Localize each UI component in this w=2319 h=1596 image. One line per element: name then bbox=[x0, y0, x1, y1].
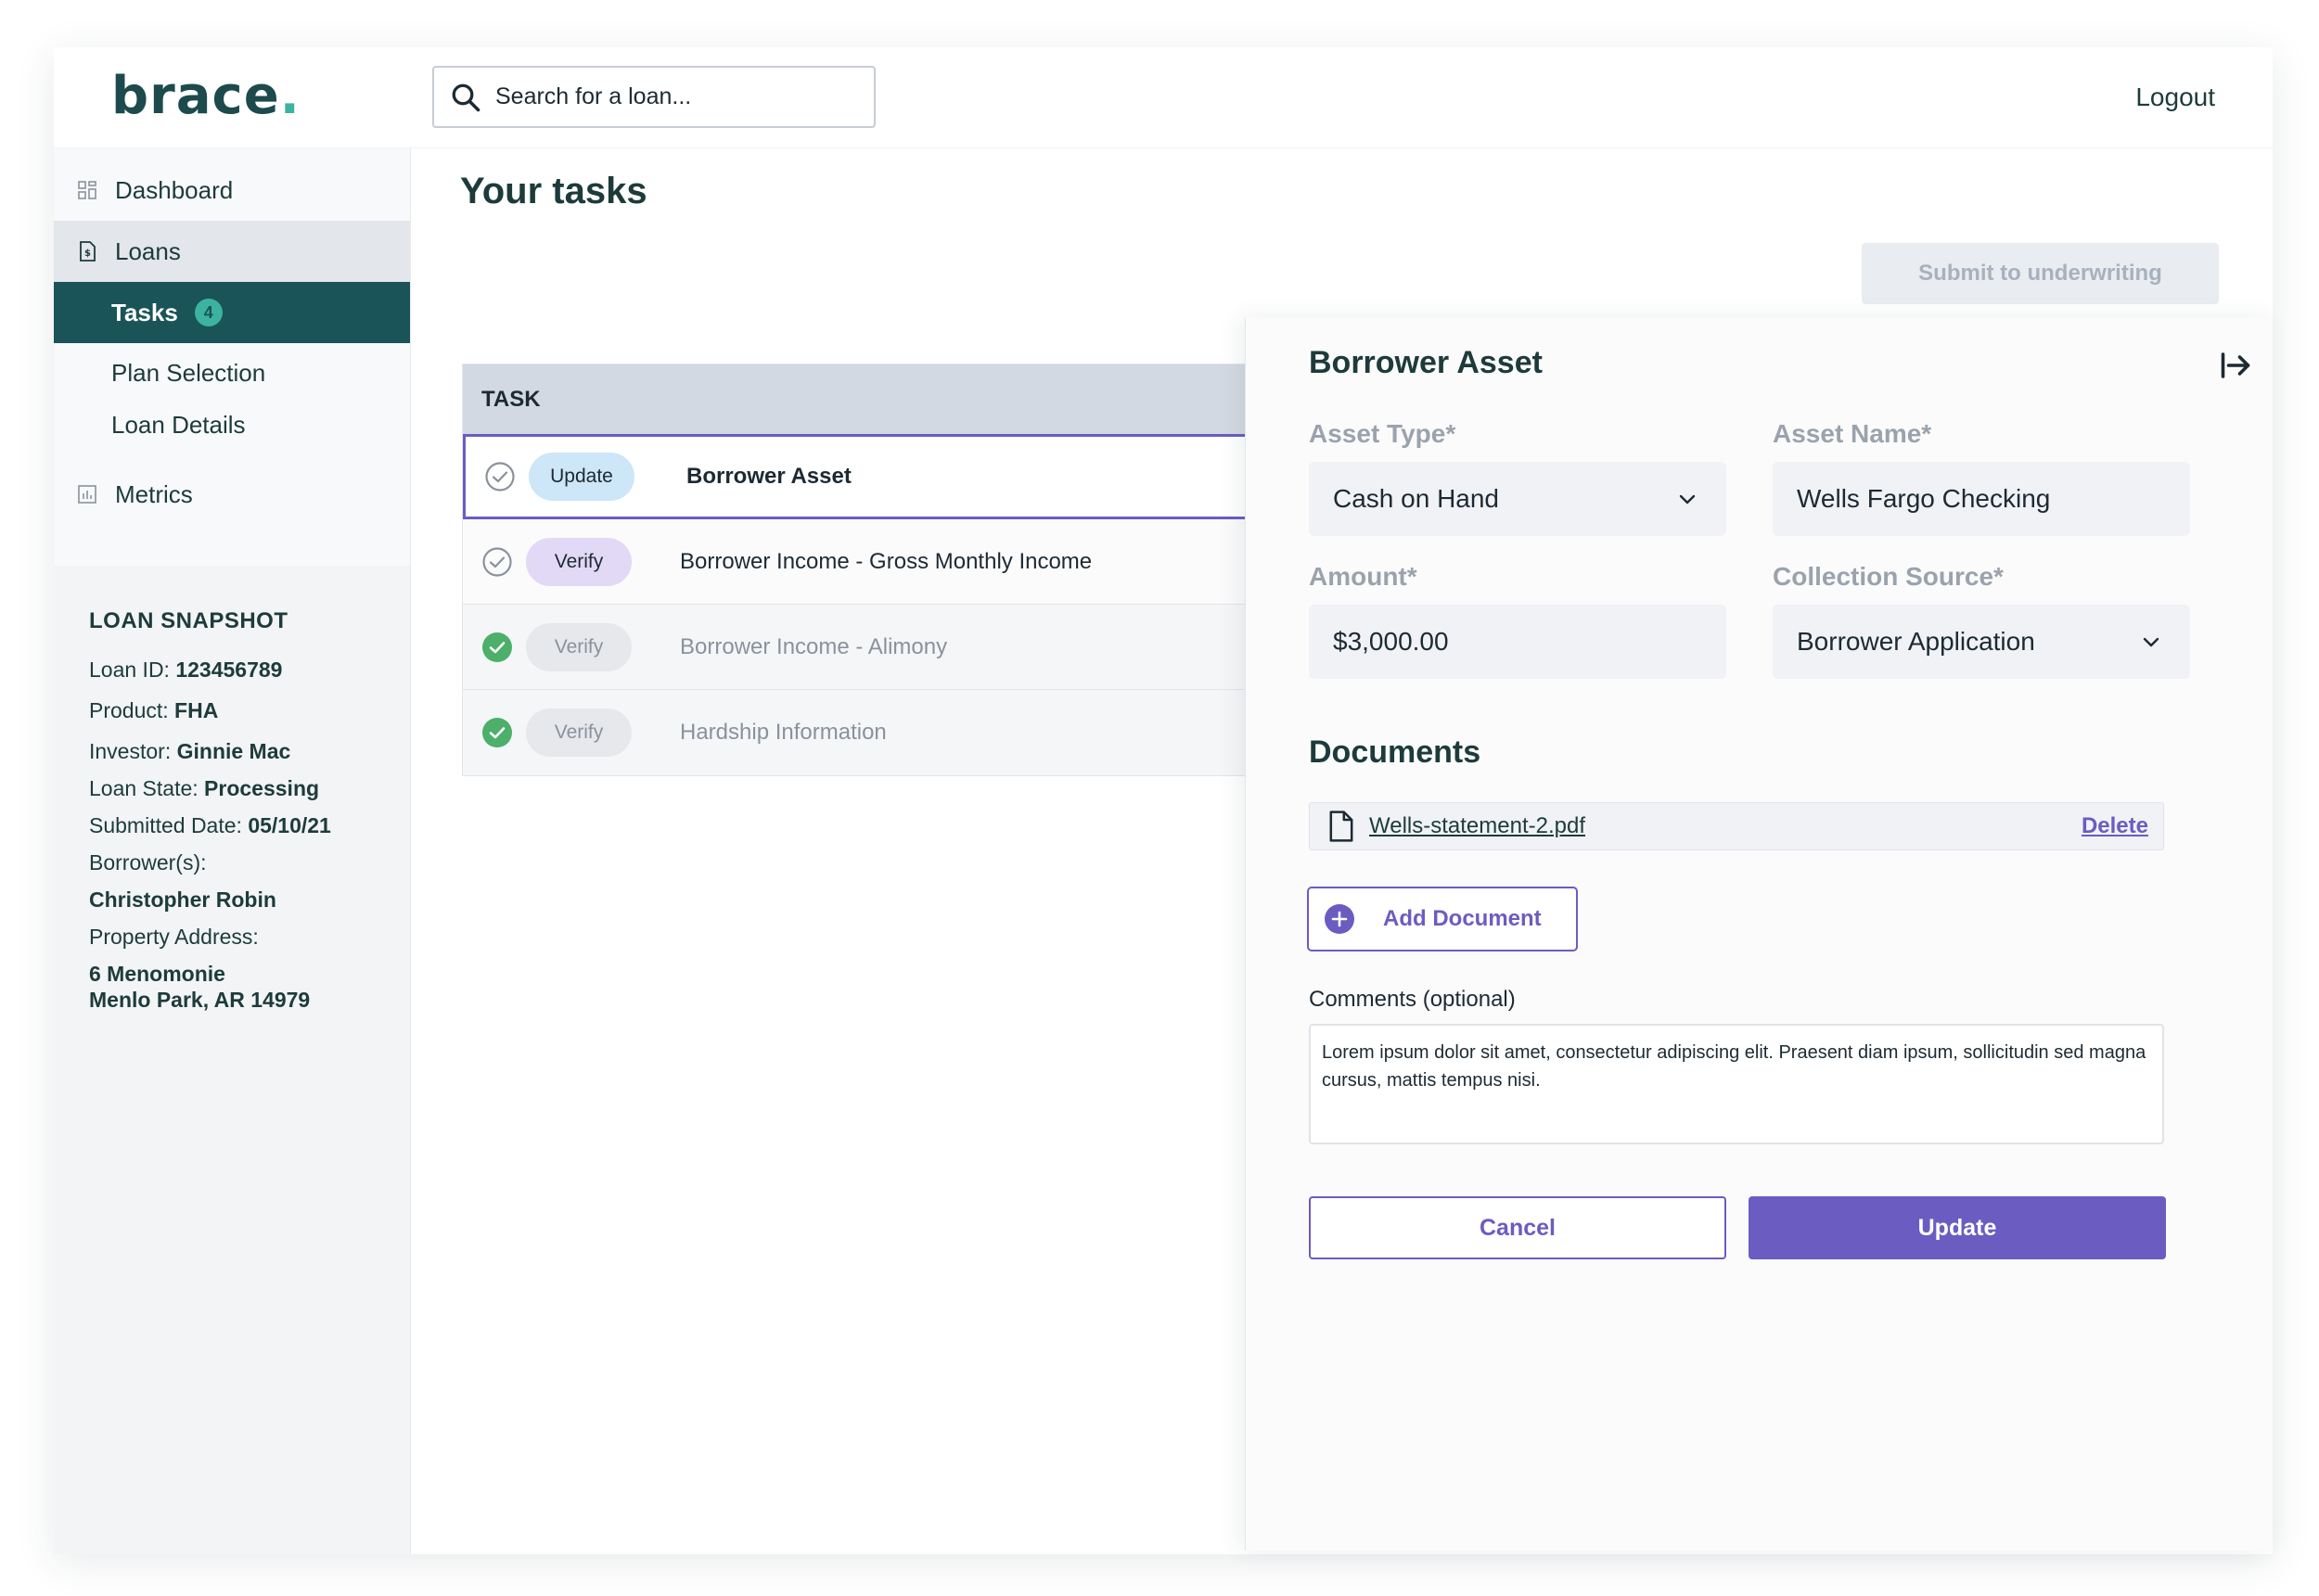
amount-label: Amount* bbox=[1309, 562, 1417, 591]
sidebar-item-plan-selection[interactable]: Plan Selection bbox=[54, 347, 410, 399]
plus-circle-icon bbox=[1325, 904, 1354, 934]
snapshot-address-line1: 6 Menomonie bbox=[89, 962, 225, 986]
asset-name-label: Asset Name* bbox=[1773, 419, 1932, 448]
submit-to-underwriting-button[interactable]: Submit to underwriting bbox=[1862, 243, 2219, 304]
amount-field[interactable]: $3,000.00 bbox=[1309, 605, 1726, 679]
snapshot-submitted-date: Submitted Date: 05/10/21 bbox=[89, 813, 331, 837]
asset-type-value: Cash on Hand bbox=[1333, 484, 1500, 513]
search-input[interactable] bbox=[495, 83, 848, 110]
sidebar-item-loan-details[interactable]: Loan Details bbox=[54, 399, 410, 451]
snapshot-product: Product: FHA bbox=[89, 698, 219, 722]
snapshot-title: LOAN SNAPSHOT bbox=[89, 608, 288, 633]
page-title: Your tasks bbox=[460, 171, 647, 211]
chevron-down-icon bbox=[2143, 637, 2159, 647]
snapshot-borrowers-label: Borrower(s): bbox=[89, 850, 207, 875]
file-icon bbox=[1329, 811, 1353, 842]
chevron-down-icon bbox=[1679, 494, 1696, 504]
amount-value: $3,000.00 bbox=[1333, 627, 1449, 656]
document-icon: $ bbox=[80, 241, 96, 262]
sidebar-item-label: Dashboard bbox=[115, 175, 234, 204]
bar-chart-icon bbox=[78, 485, 96, 504]
task-action-pill[interactable]: Update bbox=[529, 453, 634, 501]
collection-source-value: Borrower Application bbox=[1797, 627, 2035, 656]
borrower-asset-panel: Borrower Asset Asset Type* Cash on Hand … bbox=[1245, 317, 2273, 1551]
collection-source-select[interactable]: Borrower Application bbox=[1773, 605, 2190, 679]
snapshot-investor: Investor: Ginnie Mac bbox=[89, 739, 291, 763]
sidebar-item-label: Tasks bbox=[111, 298, 178, 326]
sidebar-item-label: Loan Details bbox=[111, 410, 246, 439]
task-name: Borrower Income - Gross Monthly Income bbox=[680, 548, 1093, 574]
grid-icon bbox=[78, 181, 96, 199]
task-action-pill[interactable]: Verify bbox=[526, 709, 632, 757]
document-link[interactable]: Wells-statement-2.pdf bbox=[1369, 813, 1585, 839]
delete-document-link[interactable]: Delete bbox=[2082, 813, 2148, 839]
check-circle-filled-icon bbox=[482, 718, 512, 747]
check-circle-filled-icon bbox=[482, 632, 512, 662]
snapshot-loan-id: Loan ID: 123456789 bbox=[89, 658, 283, 682]
task-name: Borrower Asset bbox=[686, 464, 852, 489]
task-action-pill[interactable]: Verify bbox=[526, 622, 632, 671]
task-name: Borrower Income - Alimony bbox=[680, 633, 948, 659]
brand-logo[interactable]: brace. bbox=[111, 66, 301, 126]
comments-label: Comments (optional) bbox=[1309, 987, 1516, 1012]
snapshot-property-label: Property Address: bbox=[89, 925, 259, 949]
top-header: brace. Logout bbox=[54, 47, 2273, 148]
asset-name-value: Wells Fargo Checking bbox=[1797, 484, 2051, 513]
search-icon bbox=[452, 83, 480, 111]
asset-name-field[interactable]: Wells Fargo Checking bbox=[1773, 462, 2190, 536]
comments-textarea[interactable]: Lorem ipsum dolor sit amet, consectetur … bbox=[1309, 1024, 2164, 1144]
asset-type-label: Asset Type* bbox=[1309, 419, 1456, 448]
task-name: Hardship Information bbox=[680, 720, 887, 745]
sidebar-nav: Dashboard $ Loans Tasks 4 Plan Selection… bbox=[54, 148, 410, 566]
sidebar-item-label: Plan Selection bbox=[111, 358, 266, 387]
check-circle-icon bbox=[482, 546, 512, 577]
document-row: Wells-statement-2.pdf Delete bbox=[1309, 802, 2164, 850]
sidebar-item-label: Loans bbox=[115, 236, 181, 265]
panel-title: Borrower Asset bbox=[1309, 345, 1543, 380]
snapshot-borrower-name: Christopher Robin bbox=[89, 887, 276, 912]
loan-search-box[interactable] bbox=[432, 66, 876, 128]
logout-link[interactable]: Logout bbox=[2135, 83, 2215, 112]
loan-snapshot: LOAN SNAPSHOT Loan ID: 123456789 Product… bbox=[54, 566, 410, 1011]
sidebar-item-tasks[interactable]: Tasks 4 bbox=[54, 282, 410, 343]
collection-source-label: Collection Source* bbox=[1773, 562, 2004, 591]
svg-text:$: $ bbox=[84, 249, 91, 259]
sidebar-item-metrics[interactable]: Metrics bbox=[54, 464, 410, 525]
update-button[interactable]: Update bbox=[1749, 1196, 2166, 1259]
tasks-count-badge: 4 bbox=[194, 299, 223, 326]
add-document-label: Add Document bbox=[1383, 906, 1542, 931]
task-action-pill[interactable]: Verify bbox=[526, 537, 632, 586]
check-circle-icon bbox=[485, 462, 515, 492]
sidebar-item-dashboard[interactable]: Dashboard bbox=[54, 160, 410, 221]
snapshot-address-line2: Menlo Park, AR 14979 bbox=[89, 988, 311, 1012]
snapshot-loan-state: Loan State: Processing bbox=[89, 776, 320, 800]
collapse-arrow-icon[interactable] bbox=[2219, 349, 2252, 382]
sidebar-item-label: Metrics bbox=[115, 479, 193, 508]
sidebar: Dashboard $ Loans Tasks 4 Plan Selection… bbox=[54, 148, 411, 1554]
add-document-button[interactable]: Add Document bbox=[1307, 887, 1578, 951]
cancel-button[interactable]: Cancel bbox=[1309, 1196, 1726, 1259]
documents-title: Documents bbox=[1309, 734, 1481, 770]
sidebar-item-loans[interactable]: $ Loans bbox=[54, 221, 410, 282]
asset-type-select[interactable]: Cash on Hand bbox=[1309, 462, 1726, 536]
